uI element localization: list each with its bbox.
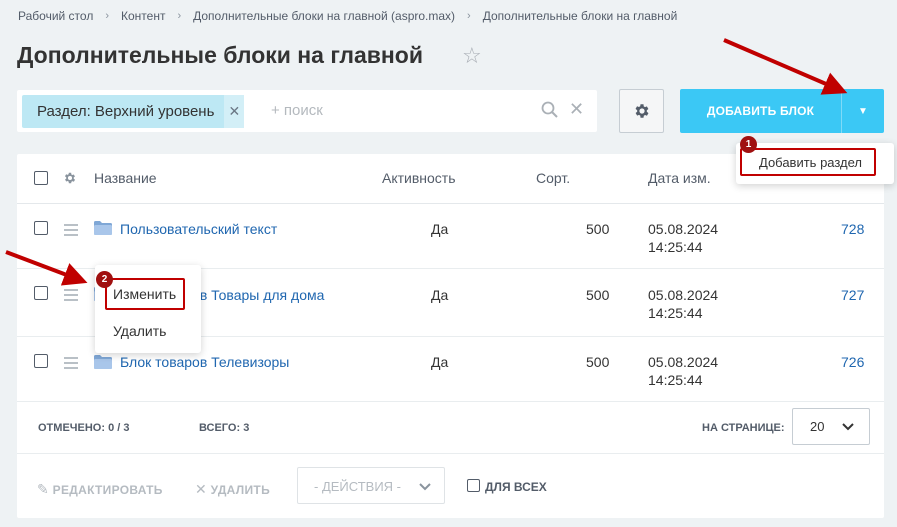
row-checkbox[interactable] [34,286,48,300]
select-all-checkbox[interactable] [34,171,48,185]
row-name-link[interactable]: Блок товаров Телевизоры [120,354,289,370]
search-input[interactable]: + поиск [271,102,323,119]
row-id[interactable]: 727 [841,287,864,303]
clear-icon[interactable]: ✕ [569,100,584,118]
drag-handle-icon[interactable] [64,224,78,239]
per-page-label: НА СТРАНИЦЕ: [702,422,785,434]
breadcrumb-item-current[interactable]: Дополнительные блоки на главной [483,9,678,23]
row-active: Да [431,221,449,237]
for-all-checkbox[interactable] [467,479,480,492]
close-icon: ✕ [195,481,208,497]
page-title: Дополнительные блоки на главной [17,42,423,68]
chevron-right-icon: › [467,10,471,22]
filter-search-bar[interactable]: Раздел: Верхний уровень ✕ + поиск ✕ [17,90,597,132]
breadcrumb: Рабочий стол › Контент › Дополнительные … [18,9,677,23]
column-header-active[interactable]: Активность [382,170,456,186]
drag-handle-icon[interactable] [64,289,78,304]
gear-icon[interactable] [63,171,77,185]
row-sort: 500 [586,221,610,237]
settings-button[interactable] [619,89,664,133]
arrow-to-dropdown [723,38,848,95]
row-name-link[interactable]: Пользовательский текст [120,221,277,237]
add-dropdown-menu: Добавить раздел [736,143,894,184]
table-row[interactable]: Пользовательский текст Да 500 05.08.2024… [17,204,884,269]
group-actions: ✎ РЕДАКТИРОВАТЬ ✕ УДАЛИТЬ - ДЕЙСТВИЯ - Д… [17,454,884,518]
menu-item-edit[interactable]: Изменить [105,278,185,310]
filter-tag[interactable]: Раздел: Верхний уровень ✕ [22,95,245,128]
filter-tag-label: Раздел: Верхний уровень [37,103,215,120]
row-date: 05.08.2024 14:25:44 [648,221,719,255]
close-icon[interactable]: ✕ [224,95,245,128]
checked-counter: ОТМЕЧЕНО: 0 / 3 [38,422,130,434]
row-active: Да [431,287,449,303]
actions-select[interactable]: - ДЕЙСТВИЯ - [297,467,445,504]
row-checkbox[interactable] [34,221,48,235]
row-active: Да [431,354,449,370]
star-icon[interactable]: ☆ [462,45,482,67]
group-edit-button[interactable]: ✎ РЕДАКТИРОВАТЬ [37,481,163,498]
row-date: 05.08.2024 14:25:44 [648,354,719,388]
chevron-right-icon: › [177,10,182,22]
row-checkbox[interactable] [34,354,48,368]
per-page-select[interactable]: 20 [792,408,870,445]
step-badge-2: 2 [96,271,113,288]
step-badge-1: 1 [740,136,757,153]
group-delete-button[interactable]: ✕ УДАЛИТЬ [195,481,270,498]
row-id[interactable]: 728 [841,221,864,237]
actions-select-value: - ДЕЙСТВИЯ - [314,479,402,494]
breadcrumb-item-iblock[interactable]: Дополнительные блоки на главной (aspro.m… [193,9,455,23]
chevron-down-icon [419,483,431,491]
for-all-label: ДЛЯ ВСЕХ [485,480,547,494]
chevron-down-icon [842,423,854,431]
row-id[interactable]: 726 [841,354,864,370]
column-header-date[interactable]: Дата изм. [648,170,711,186]
drag-handle-icon[interactable] [64,357,78,372]
table-footer: ОТМЕЧЕНО: 0 / 3 ВСЕГО: 3 НА СТРАНИЦЕ: [17,402,884,454]
pencil-icon: ✎ [37,481,50,497]
caret-down-icon: ▼ [858,105,868,117]
row-sort: 500 [586,354,610,370]
breadcrumb-item-content[interactable]: Контент [121,9,165,23]
column-header-sort[interactable]: Сорт. [536,170,570,186]
row-date: 05.08.2024 14:25:44 [648,287,719,321]
total-counter: ВСЕГО: 3 [199,422,250,434]
breadcrumb-item-desktop[interactable]: Рабочий стол [18,9,93,23]
chevron-right-icon: › [105,10,109,22]
add-block-button[interactable]: ДОБАВИТЬ БЛОК [680,89,841,133]
column-header-name[interactable]: Название [94,170,157,186]
add-dropdown-toggle[interactable]: ▼ [841,89,884,133]
folder-icon [94,221,112,235]
row-sort: 500 [586,287,610,303]
gear-icon [635,104,648,118]
menu-item-add-section[interactable]: Добавить раздел [740,148,876,176]
menu-item-delete[interactable]: Удалить [113,323,166,339]
folder-icon [94,355,112,369]
search-icon[interactable] [541,101,559,124]
per-page-value: 20 [810,419,825,434]
